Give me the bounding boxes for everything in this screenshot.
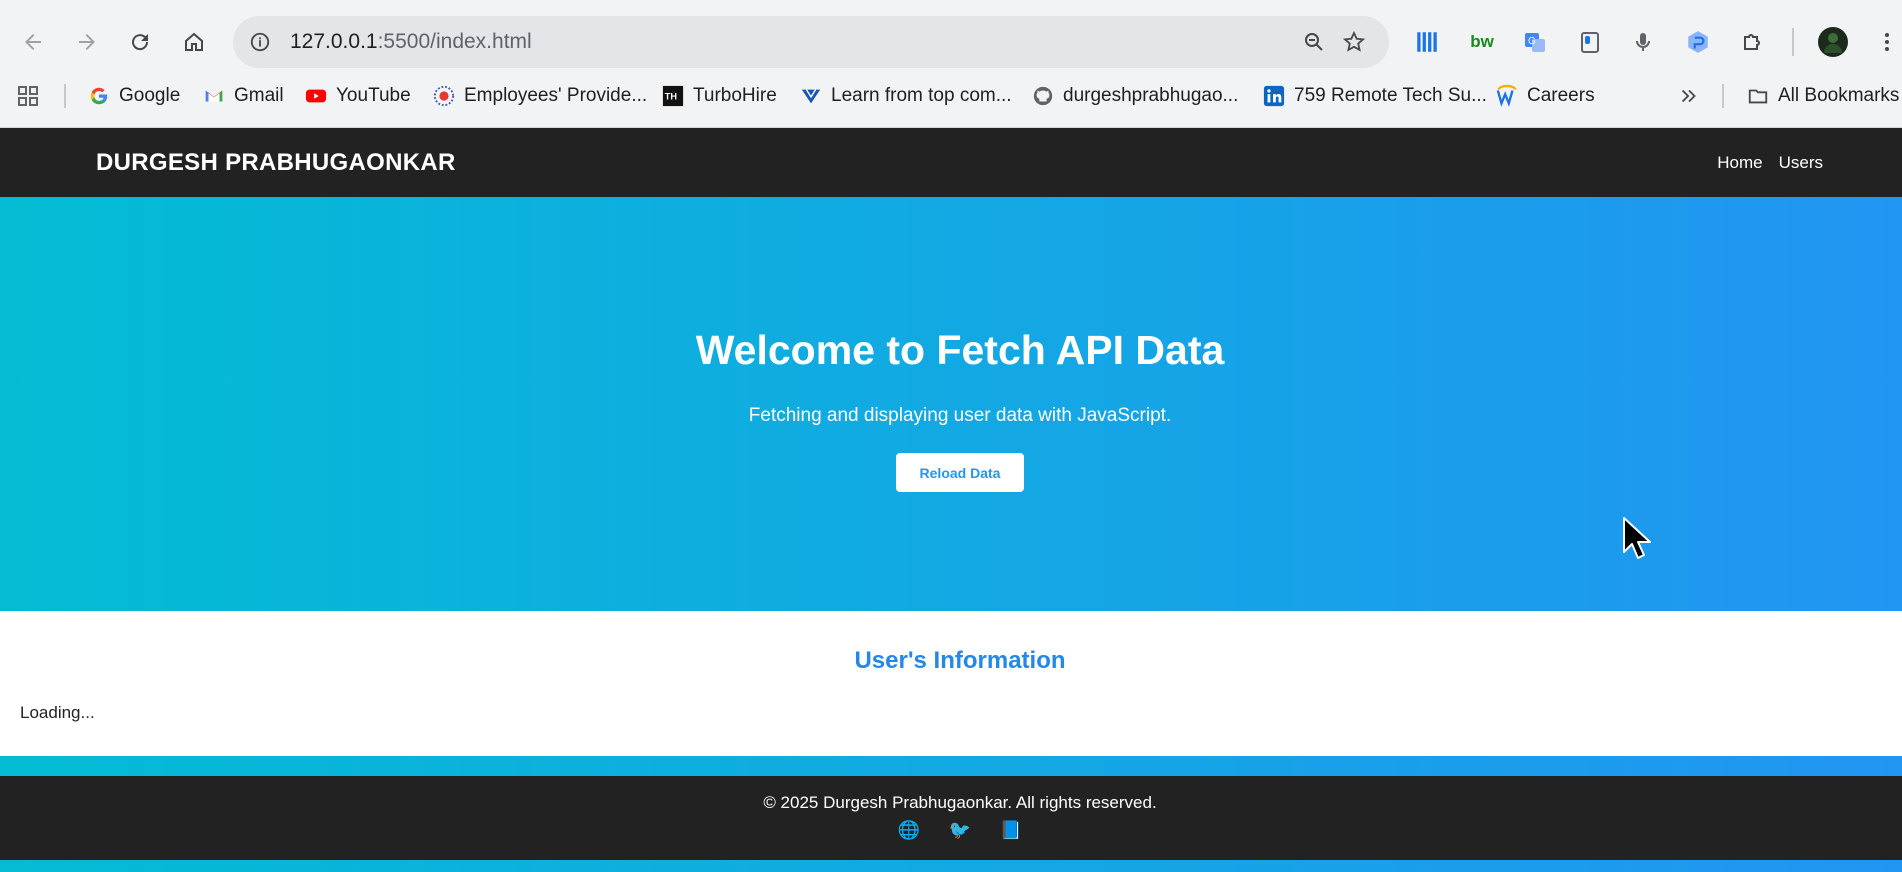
bookmark-label: Careers — [1527, 85, 1595, 106]
microphone-icon[interactable] — [1628, 27, 1658, 57]
reload-data-button[interactable]: Reload Data — [896, 453, 1024, 492]
globe-icon[interactable]: 🌐 — [898, 819, 921, 842]
youtube-icon — [305, 85, 327, 107]
gmail-icon — [203, 85, 225, 107]
bookmark-learn[interactable]: Learn from top com... — [800, 82, 1012, 110]
google-icon — [88, 85, 110, 107]
gradient-strip — [0, 756, 1902, 776]
users-section: User's Information Loading... — [0, 611, 1902, 756]
book-icon[interactable]: 📘 — [1000, 819, 1023, 842]
forward-icon[interactable] — [72, 27, 102, 57]
users-section-title: User's Information — [854, 647, 1066, 674]
bookmark-google[interactable]: Google — [88, 82, 180, 110]
toolbar-divider — [1792, 28, 1794, 56]
bookmark-label: Gmail — [234, 85, 284, 106]
extension-translate-icon[interactable]: G — [1520, 27, 1550, 57]
hero-section: Welcome to Fetch API Data Fetching and d… — [0, 197, 1902, 611]
epfo-icon — [433, 85, 455, 107]
bookmarks-divider — [1722, 84, 1724, 108]
site-nav: Home Users — [1717, 153, 1823, 173]
linkedin-icon — [1263, 85, 1285, 107]
bookmark-label: Learn from top com... — [831, 85, 1012, 106]
hero-subtitle: Fetching and displaying user data with J… — [748, 405, 1172, 426]
bookmark-star-icon[interactable] — [1341, 29, 1367, 55]
site-footer: © 2025 Durgesh Prabhugaonkar. All rights… — [0, 776, 1902, 860]
all-bookmarks-folder[interactable]: All Bookmarks — [1747, 82, 1899, 110]
url-path: :5500/index.html — [377, 30, 532, 53]
mouse-pointer-icon — [1623, 517, 1651, 559]
all-bookmarks-label: All Bookmarks — [1778, 85, 1900, 106]
turbohire-icon: TH — [662, 85, 684, 107]
bookmark-label: durgeshprabhugao... — [1063, 85, 1239, 106]
profile-avatar[interactable] — [1818, 27, 1848, 57]
nav-link-home[interactable]: Home — [1717, 153, 1762, 173]
bookmark-youtube[interactable]: YouTube — [305, 82, 411, 110]
bookmark-careers[interactable]: Careers — [1496, 82, 1595, 110]
bookmark-label: TurboHire — [693, 85, 777, 106]
bottom-gradient-strip — [0, 860, 1902, 872]
nav-link-users[interactable]: Users — [1779, 153, 1823, 173]
folder-icon — [1747, 85, 1769, 107]
extensions-puzzle-icon[interactable] — [1738, 27, 1768, 57]
url-host: 127.0.0.1 — [290, 30, 378, 53]
bookmark-label: 759 Remote Tech Su... — [1294, 85, 1487, 106]
extension-reader-icon[interactable] — [1412, 27, 1442, 57]
bookmark-turbohire[interactable]: TH TurboHire — [662, 82, 777, 110]
zoom-icon[interactable] — [1301, 29, 1327, 55]
brand-logo-text[interactable]: DURGESH PRABHUGAONKAR — [96, 149, 456, 177]
site-header: DURGESH PRABHUGAONKAR Home Users — [0, 128, 1902, 197]
github-icon — [1032, 85, 1054, 107]
extension-clipboard-icon[interactable] — [1575, 27, 1605, 57]
bookmark-github[interactable]: durgeshprabhugao... — [1032, 82, 1238, 110]
footer-copyright: © 2025 Durgesh Prabhugaonkar. All rights… — [763, 793, 1157, 812]
reload-icon[interactable] — [125, 27, 155, 57]
extension-hex-icon[interactable] — [1683, 27, 1713, 57]
bookmarks-overflow-icon[interactable] — [1678, 82, 1700, 110]
back-icon[interactable] — [18, 27, 48, 57]
bookmark-linkedin[interactable]: 759 Remote Tech Su... — [1263, 82, 1487, 110]
menu-kebab-icon[interactable] — [1872, 27, 1902, 57]
bookmark-epfo[interactable]: Employees' Provide... — [433, 82, 647, 110]
learn-icon — [800, 85, 822, 107]
home-icon[interactable] — [179, 27, 209, 57]
svg-text:G: G — [1528, 36, 1536, 47]
bird-icon[interactable]: 🐦 — [949, 819, 972, 842]
bookmark-label: YouTube — [336, 85, 411, 106]
loading-status: Loading... — [20, 703, 95, 722]
bookmark-label: Employees' Provide... — [464, 85, 648, 106]
svg-text:TH: TH — [665, 92, 677, 102]
apps-grid-icon[interactable] — [16, 82, 40, 110]
site-info-icon[interactable] — [247, 29, 273, 55]
address-bar[interactable]: 127.0.0.1:5500/index.html — [233, 16, 1389, 68]
browser-toolbar: 127.0.0.1:5500/index.html bw G — [0, 10, 1902, 74]
careers-icon — [1496, 84, 1518, 107]
extension-bw-icon[interactable]: bw — [1467, 27, 1497, 57]
bookmark-gmail[interactable]: Gmail — [203, 82, 284, 110]
bookmarks-divider — [64, 84, 66, 108]
footer-social-links: 🌐 🐦 📘 — [0, 819, 1902, 842]
bookmarks-bar: Google Gmail YouTube Employees' Provide.… — [0, 78, 1902, 114]
hero-title: Welcome to Fetch API Data — [695, 327, 1225, 373]
url-text[interactable]: 127.0.0.1:5500/index.html — [290, 30, 532, 54]
browser-chrome: 127.0.0.1:5500/index.html bw G Google Gm… — [0, 0, 1902, 128]
bookmark-label: Google — [119, 85, 181, 106]
